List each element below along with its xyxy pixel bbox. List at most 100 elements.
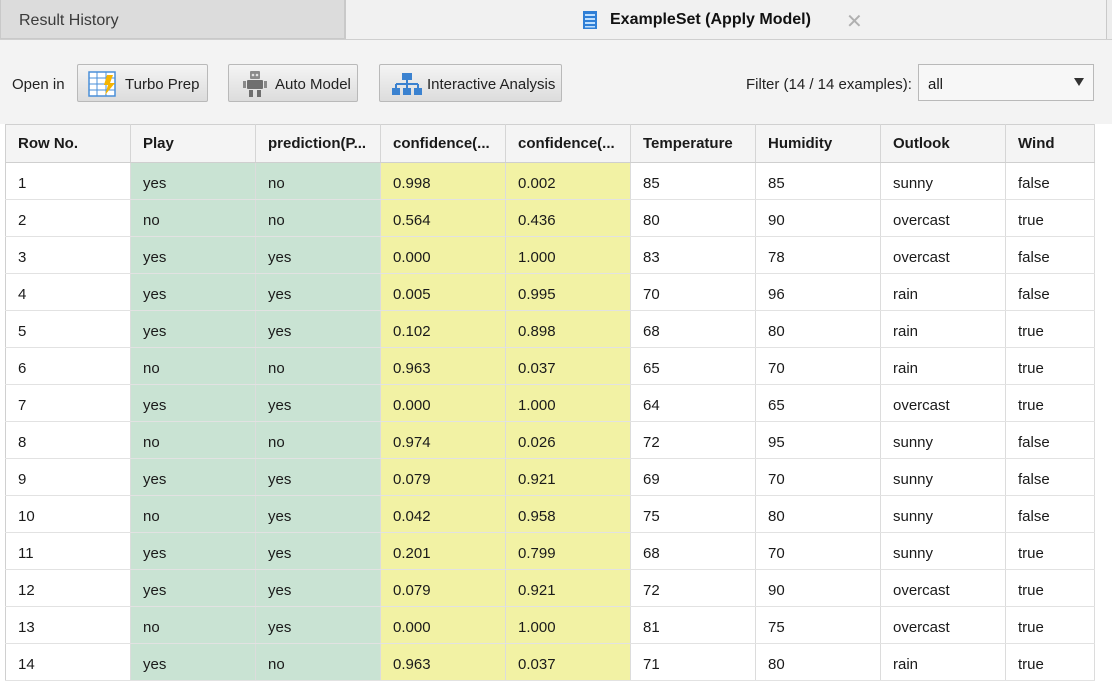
wind-cell: true bbox=[1005, 606, 1095, 644]
play-cell: yes bbox=[130, 532, 256, 570]
confidence-cell: 0.005 bbox=[380, 273, 506, 311]
table-row[interactable]: 12 yes yes 0.079 0.921 72 90 overcast true bbox=[5, 569, 1095, 607]
humidity-cell: 70 bbox=[755, 532, 881, 570]
confidence-cell: 0.042 bbox=[380, 495, 506, 533]
row-number-cell: 2 bbox=[5, 199, 131, 237]
confidence-cell: 0.898 bbox=[505, 310, 631, 348]
row-number-cell: 13 bbox=[5, 606, 131, 644]
results-tab-bar: Result History ExampleSet (Apply Model) … bbox=[0, 0, 1112, 40]
table-row[interactable]: 13 no yes 0.000 1.000 81 75 overcast true bbox=[5, 606, 1095, 644]
header-play[interactable]: Play bbox=[130, 124, 256, 163]
table-row[interactable]: 9 yes yes 0.079 0.921 69 70 sunny false bbox=[5, 458, 1095, 496]
outlook-cell: rain bbox=[880, 643, 1006, 681]
chevron-down-icon bbox=[1074, 78, 1084, 86]
wind-cell: true bbox=[1005, 347, 1095, 385]
header-row-no[interactable]: Row No. bbox=[5, 124, 131, 163]
confidence-cell: 0.963 bbox=[380, 347, 506, 385]
outlook-cell: sunny bbox=[880, 495, 1006, 533]
confidence-cell: 0.564 bbox=[380, 199, 506, 237]
play-cell: no bbox=[130, 495, 256, 533]
row-number-cell: 14 bbox=[5, 643, 131, 681]
temperature-cell: 68 bbox=[630, 310, 756, 348]
play-cell: no bbox=[130, 347, 256, 385]
interactive-analysis-button[interactable]: Interactive Analysis bbox=[379, 64, 562, 102]
table-row[interactable]: 11 yes yes 0.201 0.799 68 70 sunny true bbox=[5, 532, 1095, 570]
confidence-cell: 0.037 bbox=[505, 347, 631, 385]
table-row[interactable]: 2 no no 0.564 0.436 80 90 overcast true bbox=[5, 199, 1095, 237]
tab-result-history-label: Result History bbox=[19, 12, 119, 29]
humidity-cell: 95 bbox=[755, 421, 881, 459]
auto-model-button[interactable]: Auto Model bbox=[228, 64, 358, 102]
wind-cell: false bbox=[1005, 421, 1095, 459]
outlook-cell: sunny bbox=[880, 421, 1006, 459]
outlook-cell: rain bbox=[880, 273, 1006, 311]
temperature-cell: 69 bbox=[630, 458, 756, 496]
prediction-cell: no bbox=[255, 421, 381, 459]
temperature-cell: 81 bbox=[630, 606, 756, 644]
wind-cell: true bbox=[1005, 643, 1095, 681]
confidence-cell: 0.037 bbox=[505, 643, 631, 681]
confidence-cell: 0.921 bbox=[505, 458, 631, 496]
humidity-cell: 75 bbox=[755, 606, 881, 644]
turbo-prep-button[interactable]: Turbo Prep bbox=[77, 64, 208, 102]
table-row[interactable]: 6 no no 0.963 0.037 65 70 rain true bbox=[5, 347, 1095, 385]
confidence-cell: 0.102 bbox=[380, 310, 506, 348]
table-row[interactable]: 1 yes no 0.998 0.002 85 85 sunny false bbox=[5, 162, 1095, 200]
prediction-cell: no bbox=[255, 162, 381, 200]
wind-cell: false bbox=[1005, 458, 1095, 496]
tab-result-history[interactable]: Result History bbox=[0, 0, 345, 39]
humidity-cell: 70 bbox=[755, 347, 881, 385]
confidence-cell: 0.079 bbox=[380, 458, 506, 496]
header-outlook[interactable]: Outlook bbox=[880, 124, 1006, 163]
play-cell: no bbox=[130, 606, 256, 644]
row-number-cell: 3 bbox=[5, 236, 131, 274]
confidence-cell: 0.000 bbox=[380, 606, 506, 644]
header-prediction[interactable]: prediction(P... bbox=[255, 124, 381, 163]
play-cell: yes bbox=[130, 643, 256, 681]
auto-model-label: Auto Model bbox=[275, 76, 351, 93]
wind-cell: false bbox=[1005, 162, 1095, 200]
temperature-cell: 85 bbox=[630, 162, 756, 200]
play-cell: yes bbox=[130, 310, 256, 348]
header-temperature[interactable]: Temperature bbox=[630, 124, 756, 163]
turbo-prep-label: Turbo Prep bbox=[125, 76, 200, 93]
wind-cell: false bbox=[1005, 236, 1095, 274]
confidence-cell: 0.921 bbox=[505, 569, 631, 607]
row-number-cell: 7 bbox=[5, 384, 131, 422]
prediction-cell: no bbox=[255, 347, 381, 385]
header-wind[interactable]: Wind bbox=[1005, 124, 1095, 163]
prediction-cell: yes bbox=[255, 532, 381, 570]
tab-exampleset[interactable]: ExampleSet (Apply Model) ✕ bbox=[345, 0, 1107, 39]
humidity-cell: 90 bbox=[755, 199, 881, 237]
outlook-cell: rain bbox=[880, 347, 1006, 385]
humidity-cell: 90 bbox=[755, 569, 881, 607]
temperature-cell: 83 bbox=[630, 236, 756, 274]
table-row[interactable]: 7 yes yes 0.000 1.000 64 65 overcast true bbox=[5, 384, 1095, 422]
header-confidence-2[interactable]: confidence(... bbox=[505, 124, 631, 163]
play-cell: no bbox=[130, 421, 256, 459]
temperature-cell: 68 bbox=[630, 532, 756, 570]
table-row[interactable]: 3 yes yes 0.000 1.000 83 78 overcast false bbox=[5, 236, 1095, 274]
filter-dropdown[interactable]: all bbox=[918, 64, 1094, 101]
table-row[interactable]: 4 yes yes 0.005 0.995 70 96 rain false bbox=[5, 273, 1095, 311]
wind-cell: false bbox=[1005, 273, 1095, 311]
header-confidence-1[interactable]: confidence(... bbox=[380, 124, 506, 163]
row-number-cell: 11 bbox=[5, 532, 131, 570]
robot-icon bbox=[243, 71, 267, 97]
confidence-cell: 0.000 bbox=[380, 236, 506, 274]
outlook-cell: overcast bbox=[880, 384, 1006, 422]
table-row[interactable]: 14 yes no 0.963 0.037 71 80 rain true bbox=[5, 643, 1095, 681]
humidity-cell: 70 bbox=[755, 458, 881, 496]
table-row[interactable]: 8 no no 0.974 0.026 72 95 sunny false bbox=[5, 421, 1095, 459]
row-number-cell: 12 bbox=[5, 569, 131, 607]
confidence-cell: 1.000 bbox=[505, 606, 631, 644]
prediction-cell: yes bbox=[255, 236, 381, 274]
outlook-cell: overcast bbox=[880, 236, 1006, 274]
table-row[interactable]: 10 no yes 0.042 0.958 75 80 sunny false bbox=[5, 495, 1095, 533]
close-tab-icon[interactable]: ✕ bbox=[846, 9, 863, 34]
temperature-cell: 64 bbox=[630, 384, 756, 422]
confidence-cell: 0.799 bbox=[505, 532, 631, 570]
header-humidity[interactable]: Humidity bbox=[755, 124, 881, 163]
exampleset-table: Row No. Play prediction(P... confidence(...… bbox=[5, 124, 1095, 681]
table-row[interactable]: 5 yes yes 0.102 0.898 68 80 rain true bbox=[5, 310, 1095, 348]
